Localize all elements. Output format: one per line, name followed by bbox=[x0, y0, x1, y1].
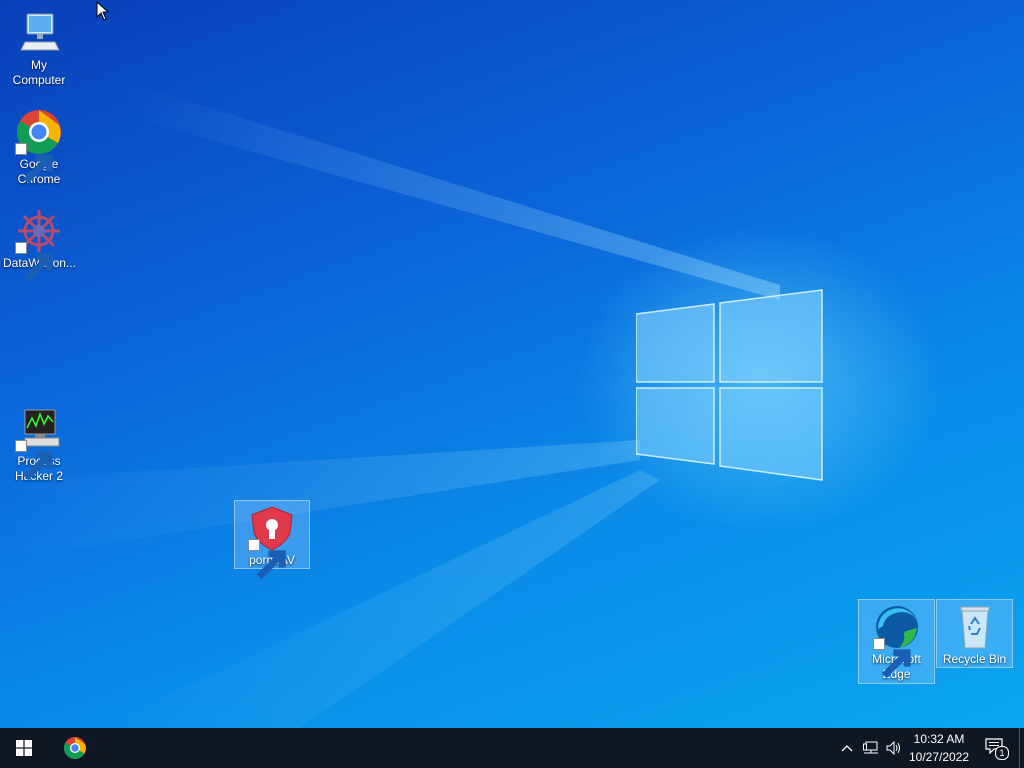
network-icon bbox=[863, 741, 878, 754]
desktop-icon-label: My Computer bbox=[12, 58, 66, 87]
datawagon-icon bbox=[15, 208, 63, 283]
clock-date: 10/27/2022 bbox=[908, 750, 970, 764]
shortcut-arrow-icon bbox=[872, 638, 911, 679]
taskbar: 10:32 AM 10/27/2022 1 bbox=[0, 728, 1024, 768]
desktop-icon-pornoav[interactable]: pornoAV bbox=[234, 500, 310, 580]
edge-icon bbox=[872, 604, 921, 679]
shortcut-arrow-icon bbox=[248, 539, 286, 580]
taskbar-chrome-button[interactable] bbox=[52, 728, 98, 768]
shield-lock-icon bbox=[248, 505, 296, 580]
desktop-icon-process-hacker[interactable]: Process Hacker 2 bbox=[1, 401, 77, 487]
windows-start-icon bbox=[16, 740, 32, 756]
shortcut-arrow-icon bbox=[15, 242, 53, 283]
mouse-cursor-icon bbox=[96, 1, 108, 21]
volume-button[interactable] bbox=[884, 728, 904, 768]
desktop-icon-my-computer[interactable]: My Computer bbox=[1, 5, 77, 91]
notification-count-badge: 1 bbox=[995, 746, 1009, 760]
action-center-button[interactable]: 1 bbox=[980, 728, 1010, 768]
show-hidden-icons-button[interactable] bbox=[838, 728, 856, 768]
clock-button[interactable]: 10:32 AM 10/27/2022 bbox=[906, 728, 972, 768]
computer-icon bbox=[15, 10, 63, 56]
desktop[interactable]: My Computer Google Chrome DataWagon... P… bbox=[0, 0, 1024, 728]
chrome-icon bbox=[15, 109, 63, 184]
windows-logo-wallpaper bbox=[636, 289, 823, 481]
shortcut-arrow-icon bbox=[15, 440, 53, 481]
start-button[interactable] bbox=[0, 728, 48, 768]
desktop-icon-microsoft-edge[interactable]: Microsoft Edge bbox=[858, 599, 935, 684]
clock-time: 10:32 AM bbox=[913, 732, 965, 746]
desktop-icon-datawagon[interactable]: DataWagon... bbox=[1, 203, 77, 283]
network-button[interactable] bbox=[860, 728, 882, 768]
recycle-bin-icon bbox=[951, 604, 999, 650]
process-hacker-icon bbox=[15, 406, 63, 481]
chevron-up-icon bbox=[841, 745, 853, 752]
desktop-icon-google-chrome[interactable]: Google Chrome bbox=[1, 104, 77, 190]
volume-icon bbox=[886, 741, 900, 755]
shortcut-arrow-icon bbox=[15, 143, 53, 184]
chrome-icon bbox=[64, 737, 86, 759]
desktop-icon-recycle-bin[interactable]: Recycle Bin bbox=[936, 599, 1013, 668]
show-desktop-button[interactable] bbox=[1019, 728, 1024, 768]
desktop-icon-label: Recycle Bin bbox=[942, 652, 1007, 666]
